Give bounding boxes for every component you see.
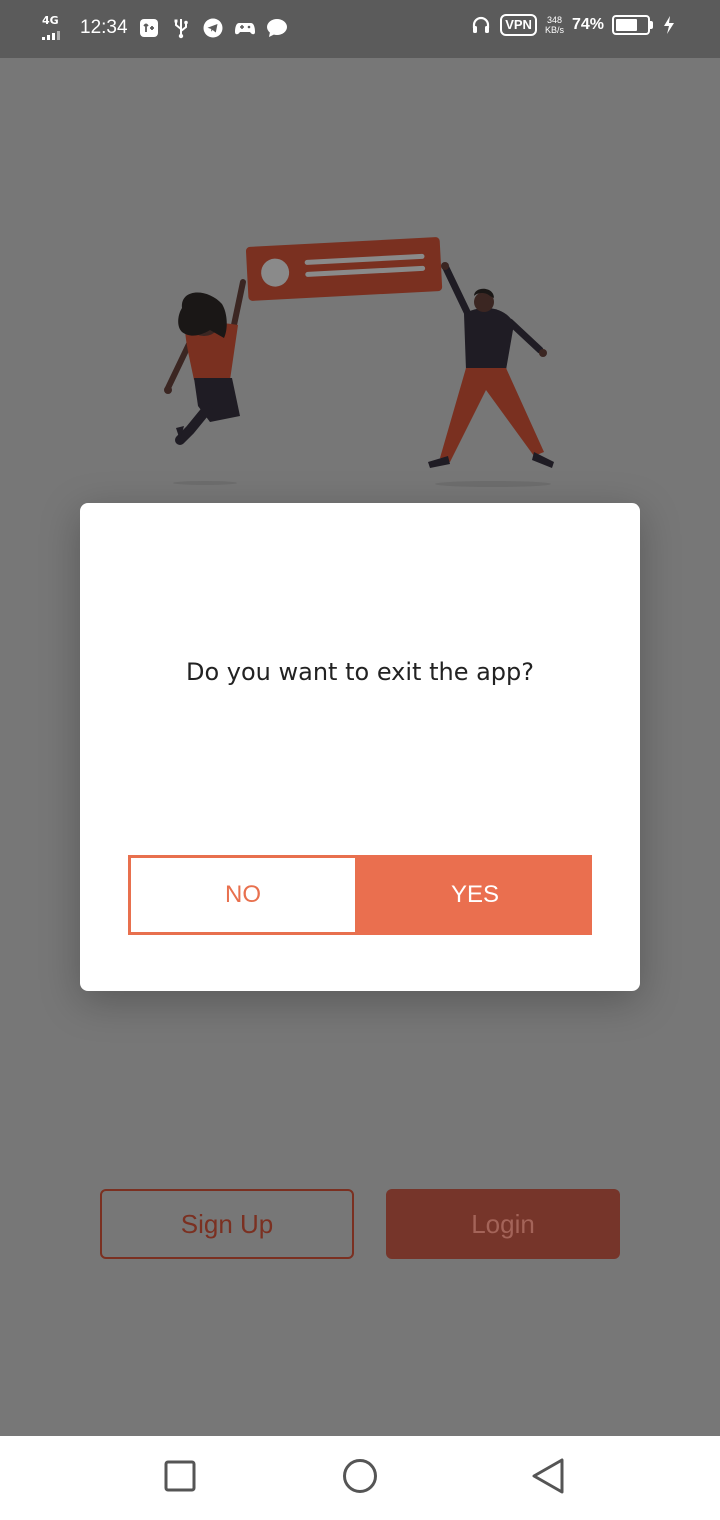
login-button: Login xyxy=(386,1189,620,1259)
navigation-bar xyxy=(0,1436,720,1520)
yes-button[interactable]: YES xyxy=(358,855,592,935)
recents-button[interactable] xyxy=(120,1436,240,1520)
welcome-illustration xyxy=(150,230,570,500)
triangle-back-icon xyxy=(531,1457,565,1499)
battery-icon xyxy=(612,15,653,35)
message-bubble-icon xyxy=(266,17,288,39)
game-controller-icon xyxy=(234,17,256,39)
back-button[interactable] xyxy=(488,1436,608,1520)
cellular-signal-icon: 4G xyxy=(40,14,70,42)
speed-unit: KB/s xyxy=(544,25,564,35)
vpn-badge: VPN xyxy=(500,14,537,36)
headphones-icon xyxy=(470,14,492,36)
sign-up-button: Sign Up xyxy=(100,1189,354,1259)
network-speed: 348 KB/s xyxy=(545,15,564,35)
usb-icon xyxy=(170,17,192,39)
battery-percent: 74% xyxy=(571,16,604,33)
usb-debug-icon xyxy=(138,17,160,39)
speed-value: 348 xyxy=(546,15,562,25)
dialog-button-group: NO YES xyxy=(128,855,592,935)
circle-icon xyxy=(342,1458,378,1498)
square-icon xyxy=(164,1460,196,1496)
home-button[interactable] xyxy=(300,1436,420,1520)
exit-message: Do you want to exit the app? xyxy=(185,658,534,686)
clock: 12:34 xyxy=(80,17,128,38)
no-button[interactable]: NO xyxy=(128,855,358,935)
telegram-icon xyxy=(202,17,224,39)
status-bar: 4G 12:34 VPN 348 KB/s 74% xyxy=(0,0,720,58)
charging-bolt-icon xyxy=(658,14,680,36)
network-type: 4G xyxy=(42,14,59,27)
